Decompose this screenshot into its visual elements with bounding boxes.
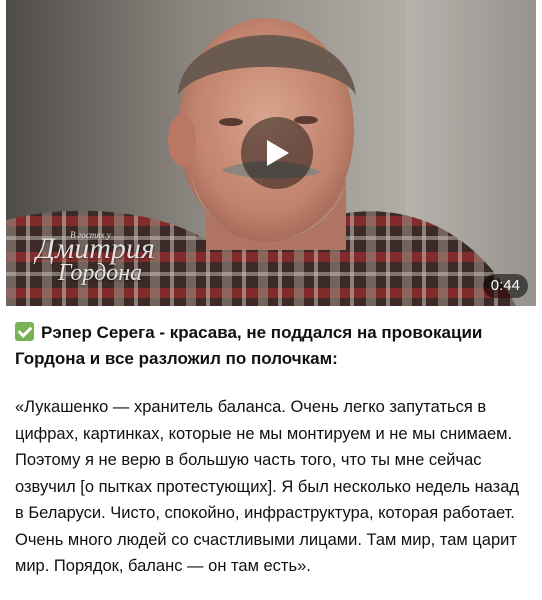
channel-post: В гостях у Дмитрия Гордона 0:44 Рэпер Се… — [0, 0, 542, 600]
post-headline-text: Рэпер Серега - красава, не поддался на п… — [15, 323, 483, 368]
video-duration: 0:44 — [482, 274, 528, 298]
watermark-line-2: Гордона — [58, 260, 143, 286]
post-caption: Рэпер Серега - красава, не поддался на п… — [15, 320, 525, 580]
check-mark-icon — [15, 322, 34, 341]
watermark-subtitle: В гостях у — [70, 230, 111, 240]
video-player[interactable]: В гостях у Дмитрия Гордона 0:44 — [6, 0, 536, 306]
post-body: «Лукашенко — хранитель баланса. Очень ле… — [15, 398, 520, 575]
post-headline: Рэпер Серега - красава, не поддался на п… — [15, 320, 525, 372]
channel-watermark: В гостях у Дмитрия Гордона — [36, 230, 155, 286]
play-button[interactable] — [241, 117, 313, 189]
play-icon — [267, 140, 289, 166]
